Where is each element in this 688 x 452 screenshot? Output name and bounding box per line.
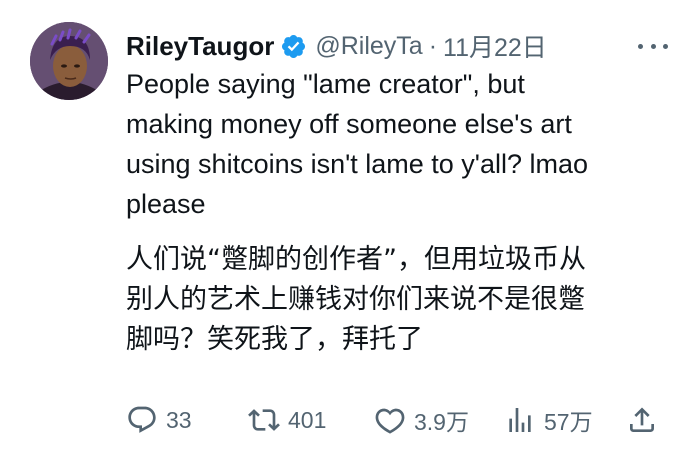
share-button[interactable]: [626, 398, 658, 442]
avatar[interactable]: [30, 22, 108, 100]
tweet-header: RileyTaugor @RileyTa · 11月22日: [126, 28, 668, 64]
translation-line: 人们说“蹩脚的创作者”，但用垃圾币从: [126, 244, 586, 275]
views-chart-icon: [509, 408, 531, 432]
views-button[interactable]: 57万: [504, 398, 593, 442]
verified-badge-icon[interactable]: [280, 33, 307, 60]
tweet-translation: 人们说“蹩脚的创作者”，但用垃圾币从 别人的艺术上赚钱对你们来说不是很蹩 脚吗？…: [126, 240, 666, 360]
reply-icon: [128, 406, 156, 433]
tweet-text-line: please: [126, 189, 206, 219]
tweet-text-line: making money off someone else's art: [126, 109, 572, 139]
retweet-button[interactable]: 401: [248, 398, 326, 442]
translation-line: 脚吗？笑死我了，拜托了: [126, 324, 423, 355]
like-button[interactable]: 3.9万: [374, 398, 469, 442]
reply-button[interactable]: 33: [126, 398, 192, 442]
retweet-count: 401: [288, 406, 327, 433]
more-options-icon[interactable]: [638, 34, 668, 58]
retweet-icon: [248, 409, 280, 431]
like-count: 3.9万: [414, 409, 469, 435]
translation-line: 别人的艺术上赚钱对你们来说不是很蹩: [126, 284, 585, 315]
tweet-text: People saying "lame creator", but making…: [126, 64, 666, 224]
heart-icon: [375, 408, 405, 434]
reply-count: 33: [166, 406, 192, 433]
user-handle[interactable]: @RileyTa: [315, 32, 422, 61]
separator-dot: ·: [428, 31, 438, 60]
tweet-date[interactable]: 11月22日: [443, 28, 547, 64]
tweet-text-line: People saying "lame creator", but: [126, 69, 525, 99]
views-count: 57万: [544, 409, 593, 435]
share-icon: [630, 407, 654, 432]
action-bar: 33 401 3.9万 57万: [126, 398, 664, 442]
display-name[interactable]: RileyTaugor: [126, 31, 274, 62]
tweet-text-line: using shitcoins isn't lame to y'all? lma…: [126, 149, 589, 179]
